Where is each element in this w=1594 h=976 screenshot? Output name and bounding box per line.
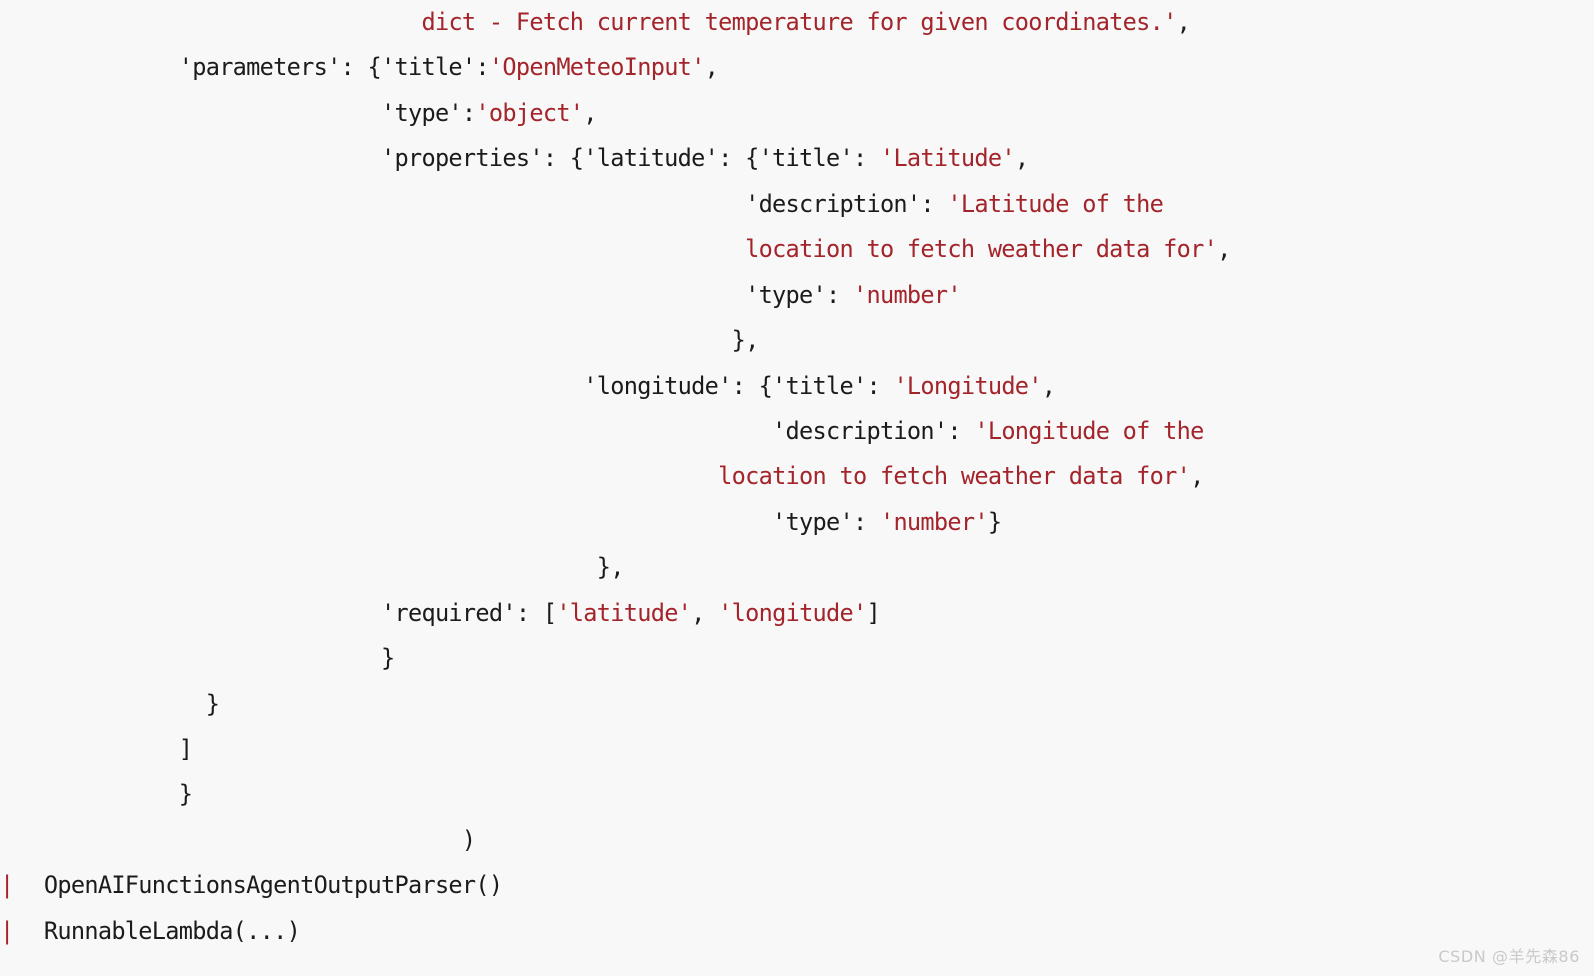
line-marker-bar: | (0, 871, 14, 900)
code-token: 'type': (16, 507, 880, 536)
code-string-literal: 'Latitude of the (947, 189, 1164, 218)
code-line: 'type': 'number'} (0, 500, 1594, 545)
code-string-literal: dict - Fetch current temperature for giv… (421, 8, 1177, 36)
code-token: 'required': [ (16, 598, 557, 627)
code-token: } (16, 689, 220, 718)
code-string-literal: 'object' (475, 98, 584, 127)
code-line: 'description': 'Longitude of the (0, 409, 1594, 454)
code-token: , (1041, 371, 1056, 400)
code-string-literal: 'OpenMeteoInput' (488, 53, 705, 82)
code-token: } (16, 644, 395, 673)
code-line: 'longitude': {'title': 'Longitude', (0, 364, 1594, 409)
code-token: RunnableLambda(...) (16, 916, 301, 945)
code-string-literal: location to fetch weather data for' (718, 462, 1191, 491)
code-string-literal: 'latitude' (556, 598, 692, 627)
code-line: 'type': 'number' (0, 273, 1594, 318)
code-token: 'parameters': {'title': (16, 53, 490, 82)
code-token: , (1176, 8, 1191, 36)
code-token: , (1014, 144, 1029, 173)
code-string-literal: 'number' (852, 280, 962, 309)
code-token: , (1217, 235, 1231, 264)
code-token: 'longitude': {'title': (16, 371, 894, 400)
code-string-literal: 'number' (879, 507, 989, 536)
code-line: dict - Fetch current temperature for giv… (0, 0, 1594, 45)
code-line: 'properties': {'latitude': {'title': 'La… (0, 136, 1594, 181)
code-token: , (704, 53, 719, 82)
code-token: } (987, 507, 1002, 536)
code-token: 'description': (16, 416, 975, 445)
code-token: }, (16, 326, 760, 355)
code-token: ) (16, 825, 476, 854)
code-line: }, (0, 545, 1594, 590)
code-token: , (1190, 462, 1204, 491)
code-line: } (0, 772, 1594, 817)
code-line: } (0, 682, 1594, 727)
code-output-pane[interactable]: dict - Fetch current temperature for giv… (0, 0, 1594, 976)
code-token: 'properties': {'latitude': {'title': (16, 144, 880, 173)
code-token: } (16, 780, 193, 809)
code-string-literal: 'Longitude' (893, 371, 1042, 400)
code-line: 'required': ['latitude', 'longitude'] (0, 591, 1594, 636)
code-token: 'description': (16, 189, 948, 218)
code-token: 'type': (16, 280, 853, 309)
code-token: 'type': (16, 98, 476, 127)
code-line: | RunnableLambda(...) (0, 909, 1594, 954)
code-line: ] (0, 727, 1594, 772)
code-line: }, (0, 318, 1594, 363)
code-token: , (583, 98, 597, 127)
code-line: 'type':'object', (0, 91, 1594, 136)
code-line: 'description': 'Latitude of the (0, 182, 1594, 227)
code-token: ] (16, 735, 193, 763)
line-marker-bar: | (0, 916, 14, 945)
code-line: 'parameters': {'title':'OpenMeteoInput', (0, 45, 1594, 90)
code-line: ) (0, 818, 1594, 863)
code-line: | OpenAIFunctionsAgentOutputParser() (0, 863, 1594, 908)
code-token: , (691, 598, 719, 627)
code-string-literal: 'longitude' (718, 598, 867, 627)
code-line: } (0, 636, 1594, 681)
code-token: }, (16, 553, 625, 582)
code-token: OpenAIFunctionsAgentOutputParser() (16, 871, 503, 900)
code-line: location to fetch weather data for', (0, 227, 1594, 272)
code-string-literal: 'Longitude of the (974, 416, 1204, 445)
code-token: ] (866, 598, 881, 627)
code-string-literal: 'Latitude' (879, 144, 1016, 173)
screenshot-root: dict - Fetch current temperature for giv… (0, 0, 1594, 976)
code-line: location to fetch weather data for', (0, 454, 1594, 499)
csdn-watermark: CSDN @羊先森86 (1438, 947, 1580, 966)
code-string-literal: location to fetch weather data for' (745, 235, 1218, 264)
